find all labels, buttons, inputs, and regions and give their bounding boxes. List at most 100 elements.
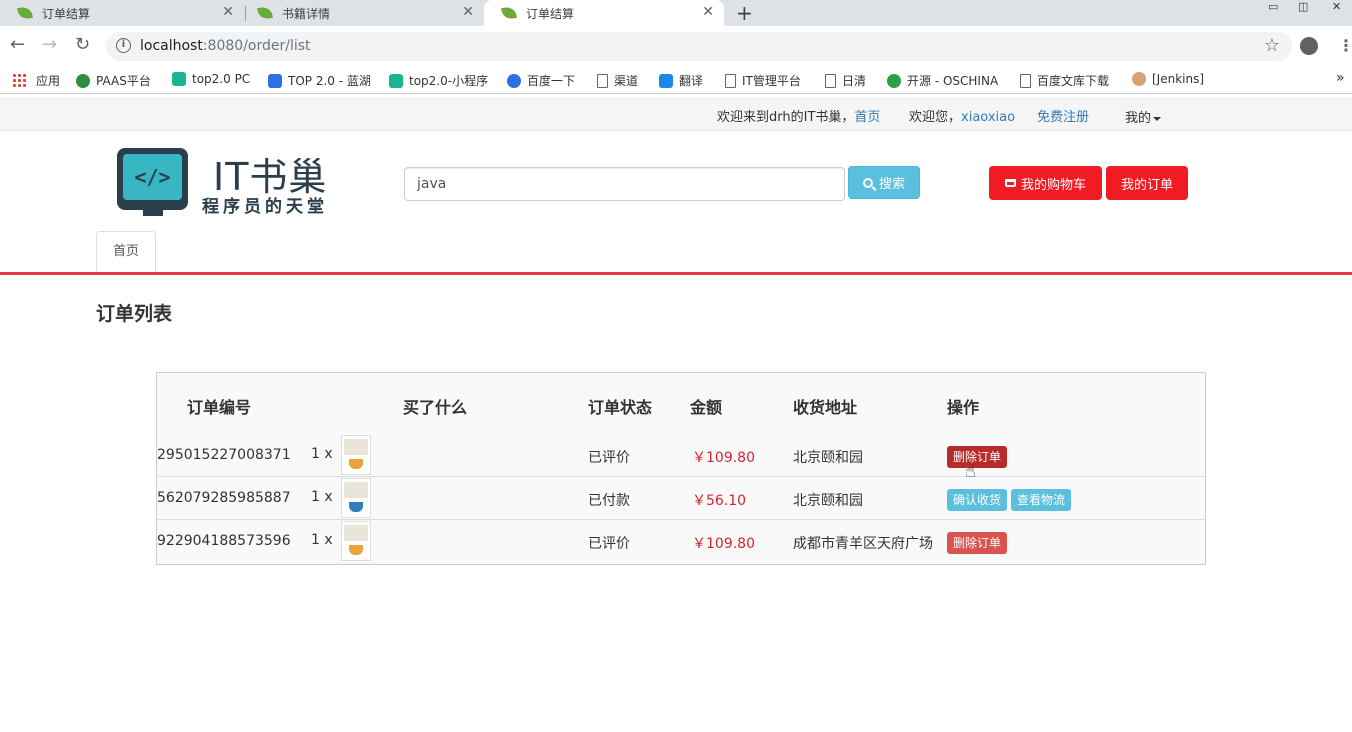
browser-toolbar: ← → ↻ i localhost:8080/order/list ☆ ⋮ — [0, 26, 1352, 66]
bookmark-daily[interactable]: 日清 — [825, 72, 866, 89]
search-button[interactable]: 搜索 — [848, 166, 920, 199]
restore-icon[interactable]: ◫ — [1298, 0, 1308, 13]
spring-leaf-icon — [17, 5, 33, 21]
translate-icon — [659, 73, 673, 88]
back-icon[interactable]: ← — [10, 34, 25, 55]
search-button-label: 搜索 — [878, 177, 905, 192]
bookmark-apps[interactable]: 应用 — [36, 72, 60, 89]
browser-tabstrip: 订单结算 ✕ 书籍详情 ✕ 订单结算 ✕ + ▭ ◫ ✕ — [0, 0, 1352, 26]
browser-tab[interactable]: 订单结算 ✕ — [0, 0, 244, 26]
page-icon — [597, 73, 608, 88]
col-header-status: 订单状态 — [588, 398, 653, 417]
close-icon[interactable]: ✕ — [222, 4, 234, 20]
col-header-address: 收货地址 — [793, 398, 858, 417]
register-link[interactable]: 免费注册 — [1037, 106, 1089, 125]
lanhu-icon — [268, 73, 282, 88]
bookmark-label: 应用 — [36, 74, 61, 88]
nav-tab-home[interactable]: 首页 — [96, 231, 156, 273]
table-row: 295015227008371 1 x 已评价 ￥109.80 北京颐和园 删除… — [157, 434, 1205, 477]
bookmark-label: top2.0 PC — [192, 72, 251, 86]
hand-cursor-icon: ☝ — [965, 461, 976, 482]
apps-icon[interactable] — [12, 73, 26, 87]
bookmark-star-icon[interactable]: ☆ — [1264, 35, 1280, 56]
bookmark-oschina[interactable]: 开源 - OSCHINA — [887, 72, 998, 89]
caret-down-icon — [1153, 116, 1162, 121]
bookmark-translate[interactable]: 翻译 — [659, 72, 703, 89]
orders-table: 订单编号 买了什么 订单状态 金额 收货地址 操作 29501522700837… — [156, 372, 1206, 565]
monitor-icon: </> — [117, 148, 188, 210]
bookmark-it-admin[interactable]: IT管理平台 — [725, 72, 801, 89]
delete-order-button[interactable]: 删除订单 — [947, 532, 1008, 554]
url-host: localhost — [140, 38, 203, 54]
order-number: 922904188573596 — [157, 533, 291, 549]
close-icon[interactable]: ✕ — [702, 4, 714, 20]
oschina-icon — [887, 73, 901, 88]
welcome-text: 欢迎来到drh的IT书巢，首页 — [717, 106, 880, 125]
bookmark-miniprogram[interactable]: top2.0-小程序 — [389, 72, 488, 89]
bookmark-top2-pc[interactable]: top2.0 PC — [172, 72, 250, 86]
bookmark-label: 百度文库下载 — [1037, 74, 1110, 88]
bookmark-label: 开源 - OSCHINA — [907, 74, 999, 88]
delete-order-button[interactable]: 删除订单 — [947, 446, 1008, 468]
bookmark-baidu[interactable]: 百度一下 — [507, 72, 575, 89]
site-logo[interactable]: </> IT书巢 程序员的天堂 — [117, 148, 332, 218]
page-icon — [1020, 73, 1031, 88]
close-icon[interactable]: ✕ — [462, 4, 474, 20]
confirm-receipt-button[interactable]: 确认收货 — [947, 489, 1008, 511]
bookmark-label: PAAS平台 — [96, 74, 151, 88]
my-orders-button[interactable]: 我的订单 — [1106, 166, 1188, 200]
mine-dropdown[interactable]: 我的 — [1125, 107, 1162, 126]
track-shipment-button[interactable]: 查看物流 — [1011, 489, 1072, 511]
more-bookmarks-icon[interactable]: » — [1336, 70, 1345, 86]
info-icon[interactable]: i — [116, 38, 131, 53]
book-thumbnail[interactable] — [341, 478, 371, 518]
forward-icon[interactable]: → — [42, 34, 57, 55]
book-thumbnail[interactable] — [341, 521, 371, 561]
order-number: 295015227008371 — [157, 447, 291, 463]
new-tab-icon[interactable]: + — [736, 1, 753, 25]
bookmark-label: TOP 2.0 - 蓝湖 — [288, 74, 371, 88]
site-topbar: 欢迎来到drh的IT书巢，首页 欢迎您，xiaoxiao 免费注册 我的 — [0, 97, 1352, 131]
window-close-icon[interactable]: ✕ — [1332, 0, 1341, 13]
address-bar[interactable]: i localhost:8080/order/list ☆ — [106, 32, 1292, 61]
bookmark-label: 百度一下 — [527, 74, 576, 88]
order-amount: ￥109.80 — [692, 450, 755, 466]
book-thumbnail[interactable] — [341, 435, 371, 475]
shipping-address: 北京颐和园 — [793, 450, 863, 466]
bookmark-channel[interactable]: 渠道 — [597, 72, 638, 89]
baidu-paw-icon — [507, 73, 521, 88]
bookmark-paas[interactable]: PAAS平台 — [76, 72, 151, 89]
mine-label: 我的 — [1125, 111, 1152, 126]
minimize-icon[interactable]: ▭ — [1268, 0, 1278, 13]
browser-tab-active[interactable]: 订单结算 ✕ — [484, 0, 724, 26]
orders-button-label: 我的订单 — [1120, 177, 1173, 193]
bookmark-lanhu[interactable]: TOP 2.0 - 蓝湖 — [268, 72, 371, 89]
spring-leaf-icon — [257, 5, 273, 21]
url-text[interactable]: localhost:8080/order/list — [140, 38, 311, 54]
username-link[interactable]: xiaoxiao — [961, 110, 1015, 125]
cart-icon — [1004, 179, 1016, 187]
search-input[interactable] — [404, 167, 845, 201]
hello-label: 欢迎您， — [909, 110, 962, 125]
order-amount: ￥56.10 — [692, 493, 747, 509]
search-icon — [862, 177, 873, 188]
shipping-address: 北京颐和园 — [793, 493, 863, 509]
home-link[interactable]: 首页 — [854, 110, 880, 125]
profile-icon[interactable] — [1300, 37, 1318, 55]
menu-icon[interactable]: ⋮ — [1338, 36, 1352, 55]
paas-icon — [76, 73, 90, 88]
bookmark-label: 日清 — [842, 74, 867, 88]
browser-tab[interactable]: 书籍详情 ✕ — [240, 0, 484, 26]
bookmarks-bar: 应用 PAAS平台 top2.0 PC TOP 2.0 - 蓝湖 top2.0-… — [0, 66, 1352, 94]
order-amount: ￥109.80 — [692, 536, 755, 552]
bookmark-jenkins[interactable]: [Jenkins] — [1132, 72, 1204, 86]
cart-button[interactable]: 我的购物车 — [989, 166, 1102, 200]
hello-text: 欢迎您，xiaoxiao — [909, 106, 1015, 125]
reload-icon[interactable]: ↻ — [75, 34, 90, 55]
welcome-label: 欢迎来到drh的IT书巢， — [717, 110, 855, 125]
order-status: 已评价 — [588, 536, 630, 552]
bookmark-wenku[interactable]: 百度文库下载 — [1020, 72, 1109, 89]
cart-button-label: 我的购物车 — [1020, 177, 1086, 193]
item-quantity: 1 x — [311, 489, 333, 505]
page-icon — [725, 73, 736, 88]
